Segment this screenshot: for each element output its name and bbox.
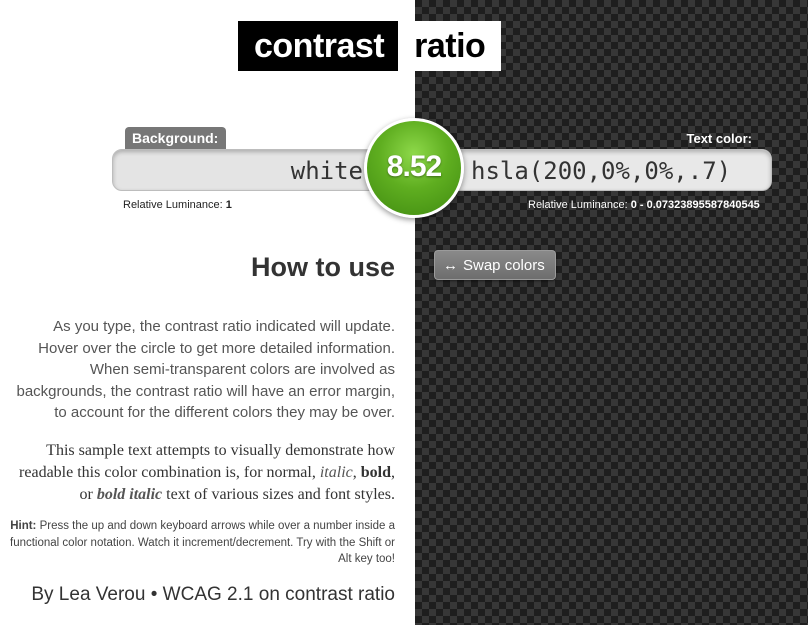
text-color-label: Text color:: [686, 131, 753, 146]
swap-colors-label: Swap colors: [463, 257, 545, 274]
logo-part-contrast: contrast: [238, 21, 399, 71]
site-logo: contrast ratio: [238, 21, 502, 71]
swap-colors-button[interactable]: ↔ Swap colors: [434, 250, 556, 280]
sample-bold: bold: [360, 464, 391, 481]
footer-byline: By Lea Verou • WCAG 2.1 on contrast rati…: [10, 584, 395, 606]
text-luminance-value: 0 - 0.07323895587840545: [630, 199, 760, 211]
background-luminance-label: Relative Luminance:: [123, 199, 223, 211]
swap-arrows-icon: ↔: [443, 257, 458, 274]
sample-sep-1: ,: [352, 464, 361, 481]
how-to-use-heading: How to use: [250, 252, 395, 282]
instructions-paragraph: As you type, the contrast ratio indicate…: [16, 318, 395, 421]
background-color-input[interactable]: white: [112, 149, 384, 191]
author-link[interactable]: By Lea Verou: [31, 584, 145, 605]
contrast-ratio-circle[interactable]: 8.52: [364, 118, 464, 218]
sample-text-paragraph: This sample text attempts to visually de…: [10, 440, 395, 506]
hint-text: Press the up and down keyboard arrows wh…: [10, 520, 395, 565]
logo-part-ratio: ratio: [398, 21, 502, 71]
sample-italic: italic: [319, 464, 353, 481]
background-luminance: Relative Luminance: 1: [123, 199, 232, 211]
text-luminance: Relative Luminance: 0 - 0.07323895587840…: [528, 199, 760, 211]
wcag-link[interactable]: WCAG 2.1 on contrast ratio: [163, 584, 395, 605]
footer-separator: •: [145, 584, 163, 605]
foreground-preview-pane: [415, 0, 808, 625]
background-label: Background:: [125, 127, 227, 150]
text-luminance-label: Relative Luminance:: [528, 199, 628, 211]
page: contrast ratio Background: Text color: w…: [0, 0, 808, 625]
sample-text-outro: text of various sizes and font styles.: [162, 486, 395, 503]
hint-label: Hint:: [10, 520, 37, 532]
text-color-input[interactable]: hsla(200,0%,0%,.7): [444, 149, 772, 191]
hint-paragraph: Hint: Press the up and down keyboard arr…: [10, 518, 395, 568]
background-luminance-value: 1: [225, 199, 232, 211]
sample-bold-italic: bold italic: [96, 486, 163, 503]
